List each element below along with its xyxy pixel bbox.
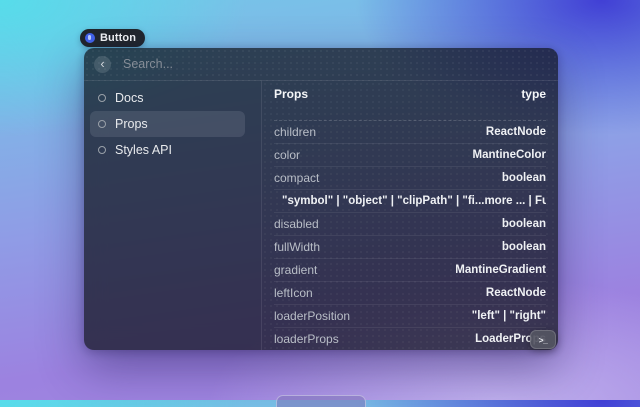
prop-name: loaderPosition (274, 309, 350, 323)
table-row[interactable]: leftIcon ReactNode (274, 282, 546, 305)
table-row[interactable]: loaderPosition "left" | "right" (274, 305, 546, 328)
circle-icon (98, 146, 106, 154)
circle-icon (98, 94, 106, 102)
button-pill-label: Button (100, 32, 136, 44)
spotlight-body: Docs Props Styles API Props type childre… (84, 81, 558, 350)
terminal-prompt-icon: >_ (539, 335, 548, 345)
terminal-button[interactable]: >_ (530, 330, 556, 349)
sidebar: Docs Props Styles API (84, 81, 262, 350)
prop-type: "symbol" | "object" | "clipPath" | "fi..… (282, 195, 546, 207)
table-row[interactable]: loaderProps LoaderProps (274, 328, 546, 350)
button-pill[interactable]: Button (80, 29, 145, 47)
table-row[interactable]: "symbol" | "object" | "clipPath" | "fi..… (274, 190, 546, 213)
props-table-header: Props type (274, 81, 546, 121)
prop-name: compact (274, 171, 319, 185)
prop-type: MantineColor (473, 149, 546, 161)
search-bar: ‹ (84, 48, 558, 81)
sidebar-item-label: Docs (115, 91, 143, 105)
prop-type: ReactNode (486, 287, 546, 299)
table-row[interactable]: children ReactNode (274, 121, 546, 144)
prop-type: "left" | "right" (472, 310, 546, 322)
back-button[interactable]: ‹ (94, 56, 111, 73)
table-row[interactable]: disabled boolean (274, 213, 546, 236)
table-row[interactable]: gradient MantineGradient (274, 259, 546, 282)
sidebar-item-props[interactable]: Props (90, 111, 245, 137)
table-row[interactable]: fullWidth boolean (274, 236, 546, 259)
sidebar-item-styles-api[interactable]: Styles API (90, 137, 245, 163)
prop-name: loaderProps (274, 332, 339, 346)
dock-peek (276, 395, 366, 407)
prop-name: fullWidth (274, 240, 320, 254)
header-type-col: type (521, 87, 546, 101)
sidebar-item-docs[interactable]: Docs (90, 85, 245, 111)
prop-name: children (274, 125, 316, 139)
prop-type: ReactNode (486, 126, 546, 138)
circle-icon (98, 120, 106, 128)
chevron-left-icon: ‹ (100, 56, 104, 71)
spotlight-modal: ‹ Docs Props Styles API Props type (84, 48, 558, 350)
sidebar-item-label: Props (115, 117, 148, 131)
prop-type: boolean (502, 241, 546, 253)
prop-type: MantineGradient (455, 264, 546, 276)
table-row[interactable]: color MantineColor (274, 144, 546, 167)
blue-dot-icon (85, 33, 95, 43)
header-name-col: Props (274, 87, 308, 101)
prop-name: leftIcon (274, 286, 313, 300)
search-input[interactable] (121, 56, 548, 72)
prop-type: boolean (502, 218, 546, 230)
prop-type: boolean (502, 172, 546, 184)
sidebar-item-label: Styles API (115, 143, 172, 157)
prop-name: disabled (274, 217, 319, 231)
props-table: Props type children ReactNode color Mant… (262, 81, 558, 350)
prop-name: color (274, 148, 300, 162)
prop-name: gradient (274, 263, 317, 277)
table-row[interactable]: compact boolean (274, 167, 546, 190)
